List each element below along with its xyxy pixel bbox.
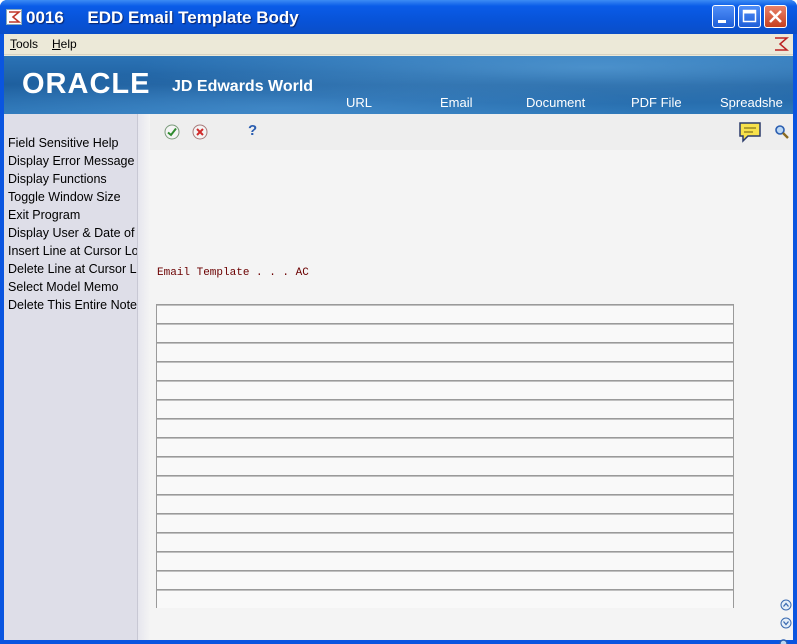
memo-note-icon[interactable]: [738, 121, 762, 143]
menu-tools[interactable]: Tools: [10, 37, 38, 51]
menu-help-accel: H: [52, 37, 61, 51]
memo-line-row: [157, 495, 733, 514]
banner-link-url[interactable]: URL: [346, 95, 372, 110]
side-exit-program[interactable]: Exit Program: [8, 208, 80, 222]
main-panel: ? Email Template . . . AC: [150, 114, 793, 644]
memo-line-row: [157, 419, 733, 438]
side-display-error-message[interactable]: Display Error Message: [8, 154, 134, 168]
memo-line-input[interactable]: [157, 571, 733, 589]
function-exit-sidebar: Field Sensitive Help Display Error Messa…: [4, 114, 138, 640]
memo-line-row: [157, 343, 733, 362]
memo-line-input[interactable]: [157, 324, 733, 342]
jde-exit-icon[interactable]: [773, 36, 790, 52]
app-window: 0016 EDD Email Template Body Tools Help …: [0, 0, 797, 644]
menu-tools-label: ools: [16, 37, 39, 51]
maximize-button[interactable]: [738, 5, 761, 28]
memo-line-row: [157, 571, 733, 590]
window-title: 0016 EDD Email Template Body: [26, 8, 299, 27]
memo-line-row: [157, 476, 733, 495]
side-display-functions[interactable]: Display Functions: [8, 172, 107, 186]
memo-line-row: [157, 533, 733, 552]
title-bar[interactable]: 0016 EDD Email Template Body: [0, 0, 797, 34]
memo-line-row: [157, 552, 733, 571]
side-delete-line[interactable]: Delete Line at Cursor Lo: [8, 262, 137, 276]
memo-line-input[interactable]: [157, 362, 733, 380]
banner-link-pdf-file[interactable]: PDF File: [631, 95, 682, 110]
page-down-icon[interactable]: [780, 616, 792, 629]
banner-link-email[interactable]: Email: [440, 95, 473, 110]
memo-line-input[interactable]: [157, 514, 733, 532]
ok-check-icon[interactable]: [164, 124, 180, 140]
memo-line-input[interactable]: [157, 552, 733, 570]
memo-line-input[interactable]: [157, 495, 733, 513]
memo-text-grid: [156, 304, 734, 608]
memo-line-row: [157, 324, 733, 343]
menu-help[interactable]: Help: [52, 37, 77, 51]
memo-line-row: [157, 514, 733, 533]
memo-line-row: [157, 590, 733, 609]
memo-line-input[interactable]: [157, 305, 733, 323]
close-button[interactable]: [764, 5, 787, 28]
toolbar: ?: [150, 114, 793, 150]
email-template-label: Email Template . . . AC: [157, 267, 309, 279]
menu-bar: Tools Help: [4, 34, 793, 55]
menu-help-label: elp: [60, 37, 77, 51]
memo-line-row: [157, 457, 733, 476]
memo-line-input[interactable]: [157, 419, 733, 437]
side-display-user-date[interactable]: Display User & Date of l: [8, 226, 137, 240]
client-area: Tools Help ORACLE JD Edwards World URL E…: [4, 34, 793, 644]
memo-line-row: [157, 438, 733, 457]
memo-line-row: [157, 362, 733, 381]
banner-link-spreadsheet[interactable]: Spreadshe: [720, 95, 783, 110]
memo-line-input[interactable]: [157, 343, 733, 361]
memo-line-input[interactable]: [157, 590, 733, 608]
memo-line-row: [157, 305, 733, 324]
oracle-logo: ORACLE: [22, 68, 151, 100]
memo-line-input[interactable]: [157, 457, 733, 475]
memo-line-input[interactable]: [157, 400, 733, 418]
page-up-icon[interactable]: [780, 598, 792, 611]
memo-line-input[interactable]: [157, 533, 733, 551]
memo-line-input[interactable]: [157, 476, 733, 494]
side-insert-line[interactable]: Insert Line at Cursor Loc: [8, 244, 137, 258]
search-magnifier-icon[interactable]: [774, 124, 790, 140]
side-select-model-memo[interactable]: Select Model Memo: [8, 280, 118, 294]
minimize-button[interactable]: [712, 5, 735, 28]
memo-line-row: [157, 400, 733, 419]
memo-line-input[interactable]: [157, 381, 733, 399]
side-delete-entire-note[interactable]: Delete This Entire Note: [8, 298, 137, 312]
side-field-sensitive-help[interactable]: Field Sensitive Help: [8, 136, 118, 150]
memo-line-input[interactable]: [157, 438, 733, 456]
sidebar-fade: [138, 114, 150, 640]
help-question-icon[interactable]: ?: [248, 122, 264, 139]
side-toggle-window-size[interactable]: Toggle Window Size: [8, 190, 121, 204]
jde-world-logo: JD Edwards World: [172, 78, 314, 95]
banner-link-document[interactable]: Document: [526, 95, 585, 110]
grid-search-icon[interactable]: [778, 638, 792, 644]
cancel-x-icon[interactable]: [192, 124, 208, 140]
memo-line-row: [157, 381, 733, 400]
app-icon[interactable]: [6, 9, 22, 25]
